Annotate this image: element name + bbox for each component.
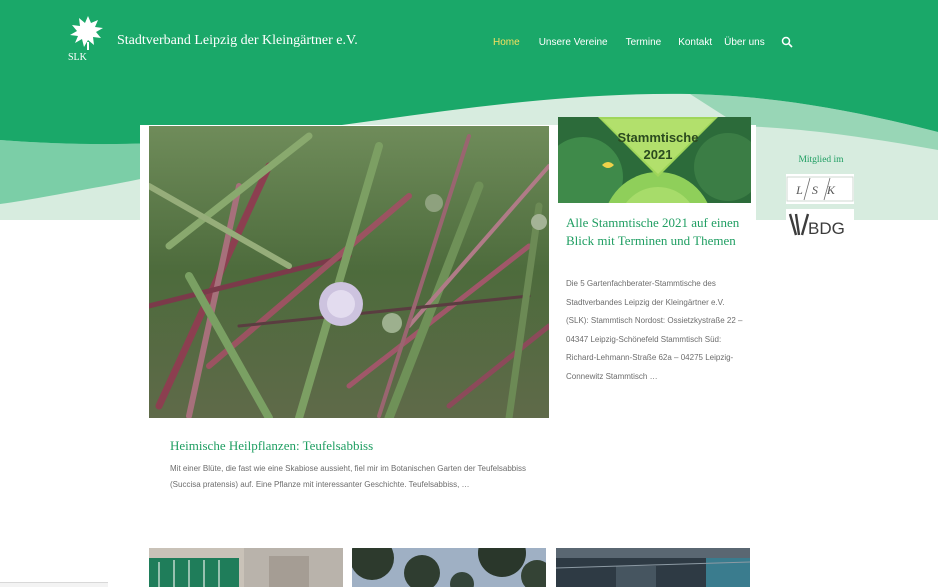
post-thumbnail-2[interactable] bbox=[352, 548, 546, 587]
main-nav: Home Unsere Vereine Termine Kontakt Über… bbox=[493, 36, 793, 48]
status-bar bbox=[0, 582, 108, 587]
side-image-text-line2: 2021 bbox=[644, 147, 673, 162]
side-image-text-line1: Stammtische bbox=[618, 130, 699, 145]
post-thumbnail-3[interactable] bbox=[556, 548, 750, 587]
feature-post-excerpt: Mit einer Blüte, die fast wie eine Skabi… bbox=[170, 464, 527, 489]
nav-item-kontakt[interactable]: Kontakt bbox=[678, 37, 712, 48]
nav-item-termine[interactable]: Termine bbox=[626, 37, 662, 48]
lsk-logo[interactable]: LSK bbox=[786, 174, 854, 204]
lsk-logo-text: LSK bbox=[795, 183, 844, 197]
slk-logo[interactable]: SLK bbox=[66, 14, 110, 62]
nav-item-unsere-vereine[interactable]: Unsere Vereine bbox=[539, 37, 608, 48]
nav-item-home[interactable]: Home bbox=[493, 37, 520, 48]
bdg-logo[interactable]: BDG bbox=[786, 209, 854, 239]
side-post-title[interactable]: Alle Stammtische 2021 auf einen Blick mi… bbox=[566, 214, 746, 250]
logo-text: SLK bbox=[68, 52, 88, 62]
feature-post-image[interactable] bbox=[149, 126, 549, 418]
post-thumbnail-1[interactable] bbox=[149, 548, 343, 587]
bdg-logo-text: BDG bbox=[808, 219, 845, 238]
nav-item-ueber-uns[interactable]: Über uns bbox=[724, 37, 765, 48]
member-label: Mitglied im bbox=[798, 155, 844, 165]
search-icon[interactable] bbox=[781, 36, 793, 48]
side-post-image[interactable]: Stammtische 2021 bbox=[558, 117, 751, 203]
side-post-excerpt: Die 5 Gartenfachberater-Stammtische des … bbox=[566, 279, 743, 381]
site-title[interactable]: Stadtverband Leipzig der Kleingärtner e.… bbox=[117, 33, 358, 49]
feature-post-title[interactable]: Heimische Heilpflanzen: Teufelsabbiss bbox=[170, 438, 373, 454]
